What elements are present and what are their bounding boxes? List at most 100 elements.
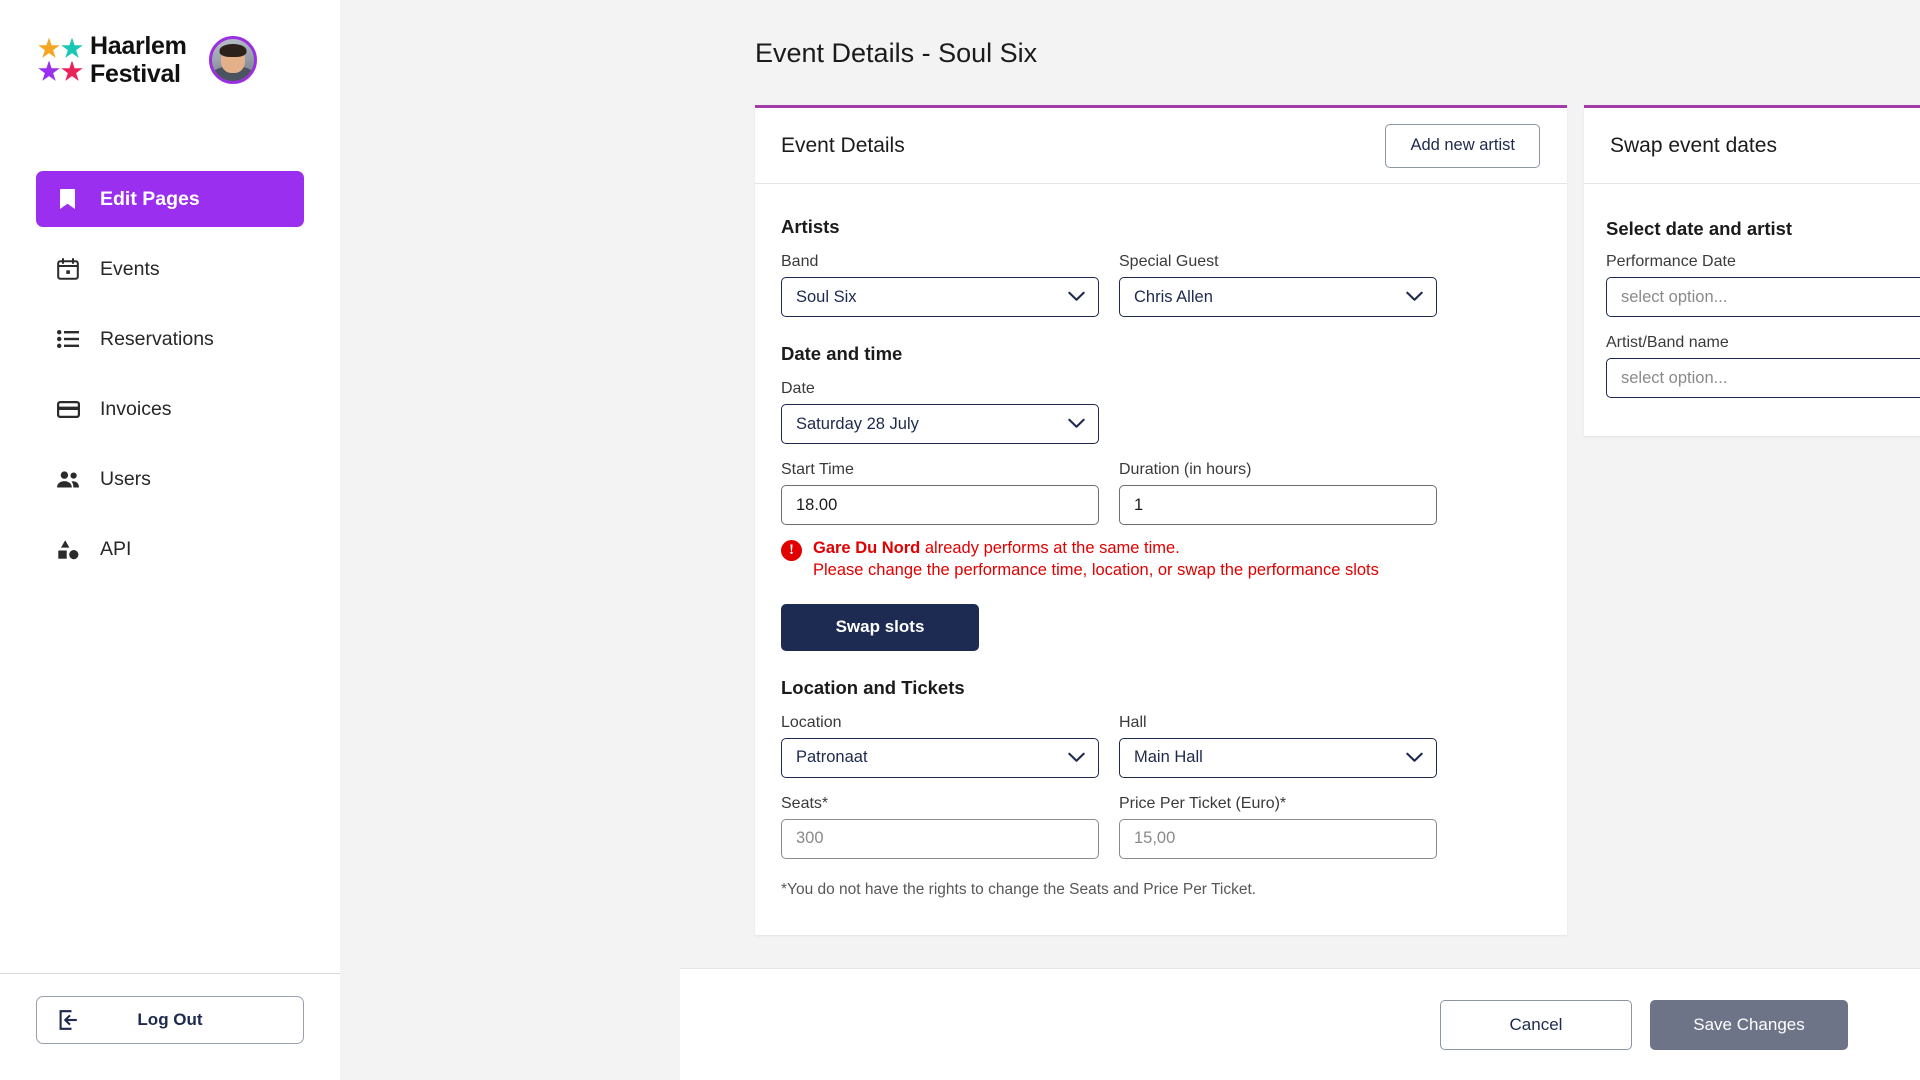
rights-footnote: *You do not have the rights to change th… [781,880,1257,898]
swap-event-dates-body: Select date and artist Performance Date … [1584,184,1920,436]
stars-logo-icon [38,37,83,83]
artist-band-name-select[interactable]: select option... [1606,358,1920,398]
price-value: 15,00 [1134,829,1176,848]
chevron-down-icon [1068,288,1085,307]
date-select[interactable]: Saturday 28 July [781,404,1099,444]
brand-name: Haarlem Festival [90,32,187,88]
seats-field: Seats* 300 [781,795,1099,859]
location-select[interactable]: Patronaat [781,737,1099,778]
seats-label: Seats* [781,794,829,812]
sidebar: Haarlem Festival Edit Pages Events Reser… [0,0,340,1080]
performance-date-field: Performance Date select option... [1606,253,1920,317]
duration-input[interactable]: 1 [1119,485,1437,525]
start-time-value: 18.00 [796,495,838,514]
star-icon-3 [38,60,60,81]
special-guest-label: Special Guest [1119,253,1219,270]
chevron-down-icon [1068,415,1085,434]
shapes-icon [56,537,80,561]
duration-value: 1 [1134,495,1144,514]
sidebar-item-invoices[interactable]: Invoices [36,381,304,437]
event-details-title: Event Details [781,133,905,157]
time-row: Start Time 18.00 Duration (in hours) 1 [781,461,1541,525]
sidebar-item-api[interactable]: API [36,521,304,577]
sidebar-item-label: Users [100,467,151,490]
date-field: Date Saturday 28 July [781,380,1099,444]
sidebar-item-label: Events [100,257,160,280]
location-label: Location [781,713,842,731]
error-exclamation-icon: ! [781,540,802,561]
calendar-icon [56,257,80,281]
logo: Haarlem Festival [38,32,187,88]
swap-slots-button[interactable]: Swap slots [781,603,979,651]
band-field: Band Soul Six [781,253,1099,317]
users-icon [56,467,80,491]
band-select-value: Soul Six [796,287,857,306]
logout-button[interactable]: Log Out [36,996,304,1044]
band-label: Band [781,253,819,270]
action-footer: Cancel Save Changes [680,968,1920,1080]
conflict-error-message: ! Gare Du Nord already performs at the s… [781,538,1541,582]
event-details-card: Event Details Add new artist Artists Ban… [755,105,1567,935]
event-details-header: Event Details Add new artist [755,108,1567,184]
brand-line-2: Festival [90,60,181,88]
sidebar-nav: Edit Pages Events Reservations Invoices … [0,171,340,577]
location-row: Location Patronaat Hall Main Hall [781,714,1541,778]
artist-band-name-label: Artist/Band name [1606,334,1729,351]
date-select-value: Saturday 28 July [796,414,919,433]
chevron-down-icon [1406,748,1423,767]
artist-band-name-field: Artist/Band name select option... [1606,334,1920,398]
error-line-2: Please change the performance time, loca… [813,560,1379,579]
avatar-hair [219,44,247,58]
datetime-section-title: Date and time [781,343,903,364]
date-row: Date Saturday 28 July [781,380,1541,444]
save-changes-button[interactable]: Save Changes [1650,999,1848,1050]
credit-card-icon [56,397,80,421]
brand-line-1: Haarlem [90,32,187,60]
avatar[interactable] [208,36,257,84]
seats-input: 300 [781,818,1099,859]
performance-date-select[interactable]: select option... [1606,277,1920,317]
hall-select-value: Main Hall [1134,748,1203,767]
date-label: Date [781,380,815,397]
start-time-field: Start Time 18.00 [781,461,1099,525]
price-label: Price Per Ticket (Euro)* [1119,794,1287,812]
hall-label: Hall [1119,713,1147,731]
app-root: Haarlem Festival Edit Pages Events Reser… [0,0,1920,1080]
add-new-artist-button[interactable]: Add new artist [1385,123,1540,168]
location-section-title: Location and Tickets [781,676,965,698]
sidebar-item-edit-pages[interactable]: Edit Pages [36,171,304,227]
swap-event-dates-title: Swap event dates [1610,133,1777,157]
error-line-1: already performs at the same time. [920,539,1180,557]
seats-value: 300 [796,829,824,848]
hall-field: Hall Main Hall [1119,714,1437,778]
main-content: Event Details - Soul Six Event Details A… [340,0,1920,1080]
tickets-row: Seats* 300 Price Per Ticket (Euro)* 15,0… [781,795,1541,859]
artists-section-title: Artists [781,216,840,237]
select-date-artist-title: Select date and artist [1606,218,1793,239]
band-select[interactable]: Soul Six [781,277,1099,317]
special-guest-field: Special Guest Chris Allen [1119,253,1437,317]
duration-field: Duration (in hours) 1 [1119,461,1437,525]
logout-section: Log Out [0,973,340,1080]
start-time-input[interactable]: 18.00 [781,485,1099,525]
sidebar-item-reservations[interactable]: Reservations [36,311,304,367]
price-input: 15,00 [1119,818,1437,859]
artists-row: Band Soul Six Special Guest Chris Allen [781,253,1541,317]
location-field: Location Patronaat [781,714,1099,778]
star-icon-4 [61,60,83,81]
sidebar-item-label: Edit Pages [100,187,200,210]
start-time-label: Start Time [781,461,854,478]
performance-date-placeholder: select option... [1621,287,1728,306]
star-icon-1 [38,37,60,58]
sidebar-item-events[interactable]: Events [36,241,304,297]
brand-header: Haarlem Festival [0,0,340,88]
sidebar-item-users[interactable]: Users [36,451,304,507]
performance-date-label: Performance Date [1606,253,1736,270]
hall-select[interactable]: Main Hall [1119,737,1437,778]
special-guest-select[interactable]: Chris Allen [1119,277,1437,317]
cancel-button[interactable]: Cancel [1440,999,1632,1050]
